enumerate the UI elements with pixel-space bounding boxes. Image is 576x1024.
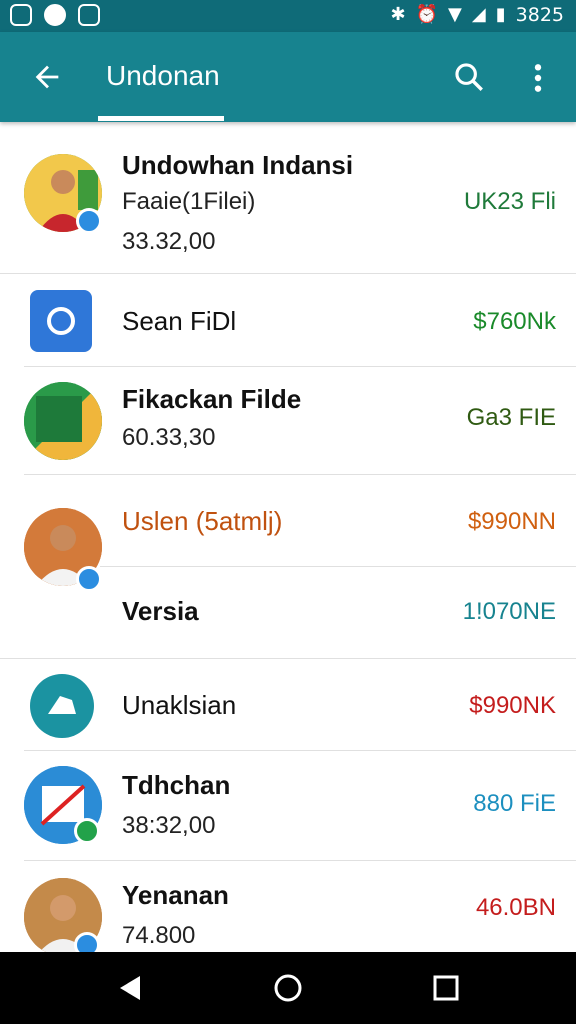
vibrate-icon: ✱ <box>390 4 406 25</box>
item-price: 46.0BN <box>475 894 556 921</box>
item-title: Versia <box>122 596 199 626</box>
item-title: Fikackan Filde <box>122 384 302 414</box>
page-title: Undonan <box>106 60 220 91</box>
item-title: Yenanan <box>122 880 229 910</box>
document-app-icon <box>24 382 102 460</box>
recents-square-icon[interactable] <box>428 970 464 1006</box>
screenshot-icon <box>10 4 32 26</box>
check-badge <box>76 208 102 234</box>
image-icon <box>78 4 100 26</box>
search-icon[interactable] <box>452 60 486 94</box>
tab-indicator <box>98 116 224 121</box>
signal-icon: ◢ <box>471 4 486 25</box>
more-vert-icon[interactable] <box>528 62 548 94</box>
item-detail: 60.33,30 <box>122 424 216 451</box>
cat-icon <box>44 4 66 26</box>
list-item[interactable]: Yenanan 74.800 46.0BN <box>0 860 576 958</box>
item-detail: 74.800 <box>122 922 196 949</box>
item-title: Uslen (5atmlj) <box>122 506 283 536</box>
list-item[interactable]: Unaklsian $990NK <box>0 658 576 751</box>
back-triangle-icon[interactable] <box>112 970 148 1006</box>
navigation-bar <box>0 952 576 1024</box>
list-item[interactable]: Sean FiDl $760Nk <box>0 274 576 367</box>
item-title: Tdhchan <box>122 770 231 800</box>
camera-app-icon <box>30 290 92 352</box>
item-detail: 33.32,00 <box>122 228 216 255</box>
list-item[interactable]: Uslen (5atmlj) $990NN <box>0 474 576 592</box>
wifi-icon: ▼ <box>448 4 462 25</box>
puzzle-app-icon <box>30 674 94 738</box>
home-circle-icon[interactable] <box>270 970 306 1006</box>
item-price: UK23 Fli <box>463 188 556 215</box>
check-badge <box>74 818 100 844</box>
list-item[interactable]: Undowhan Indansi Faaie(1Filei) 33.32,00 … <box>0 122 576 274</box>
list-item[interactable]: Fikackan Filde 60.33,30 Ga3 FIE <box>0 366 576 475</box>
app-bar: Undonan <box>0 32 576 122</box>
status-bar: ✱ ⏰ ▼ ◢ ▮ 3825 <box>0 0 576 32</box>
item-subtitle: Faaie(1Filei) <box>122 188 256 215</box>
item-price: $760Nk <box>473 308 556 335</box>
item-title: Undowhan Indansi <box>122 150 354 180</box>
item-price: $990NN <box>467 508 556 535</box>
list-item[interactable]: Versia 1!070NE <box>0 566 576 659</box>
arrow-left-icon[interactable] <box>30 60 64 94</box>
status-time: 3825 <box>515 4 564 26</box>
item-title: Sean FiDl <box>122 306 237 336</box>
battery-icon: ▮ <box>495 4 506 25</box>
alarm-icon: ⏰ <box>415 4 439 25</box>
item-price: 1!070NE <box>462 598 556 625</box>
item-title: Unaklsian <box>122 690 237 720</box>
item-price: 880 FiE <box>473 790 556 817</box>
item-detail: 38:32,00 <box>122 812 216 839</box>
item-price: $990NK <box>469 692 556 719</box>
item-price: Ga3 FIE <box>466 404 556 431</box>
list-item[interactable]: Tdhchan 38:32,00 880 FiE <box>0 750 576 861</box>
